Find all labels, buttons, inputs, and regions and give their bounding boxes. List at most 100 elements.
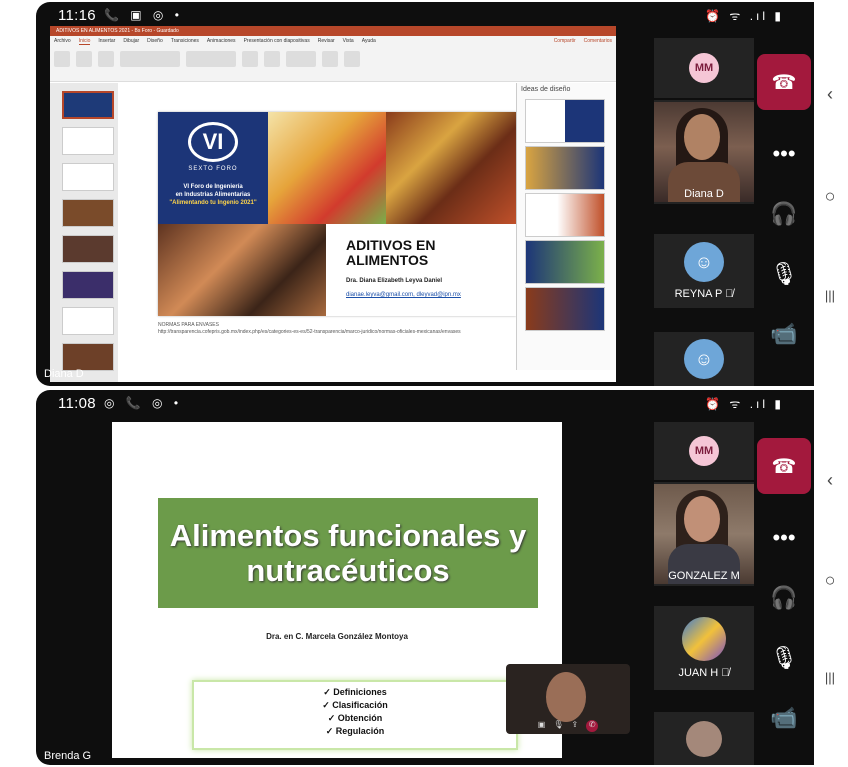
design-idea-4[interactable] [525, 240, 605, 284]
participant-tile-juan[interactable]: JUAN H 🎙̸ [654, 606, 754, 690]
tab-diseno[interactable]: Diseño [147, 38, 163, 45]
participant-video [654, 102, 754, 202]
design-idea-3[interactable] [525, 193, 605, 237]
back-nav-icon[interactable]: ‹ [812, 470, 848, 491]
participant-name: GONZALEZ M [668, 570, 740, 582]
slide-emails[interactable]: dianae.leyva@gmail.com, dleyvad@ipn.mx [346, 292, 461, 298]
tab-inicio[interactable]: Inicio [78, 38, 91, 45]
paragraph-group[interactable] [186, 51, 236, 67]
mic-icon[interactable]: 🎙 [553, 720, 563, 732]
slide-author: Dra. Diana Elizabeth Leyva Daniel [346, 278, 443, 284]
participant-name: Diana D [684, 188, 724, 200]
more-options-button[interactable]: ••• [772, 124, 795, 184]
tab-archivo[interactable]: Archivo [54, 38, 71, 45]
thumbnail-6[interactable] [62, 271, 114, 299]
speaker-notes[interactable]: NORMAS PARA ENVASES http://transparencia… [158, 322, 461, 336]
forum-line-1: VI Foro de Ingeniería [183, 184, 243, 190]
comments-button[interactable]: Comentarios [584, 38, 612, 45]
topic-item: ✓ Regulación [325, 726, 385, 736]
participant-name: REYNA P 🎙̸ [674, 288, 734, 300]
thumbnail-7[interactable] [62, 307, 114, 335]
avatar: MM [689, 53, 719, 83]
share-button[interactable]: Compartir [554, 38, 576, 45]
self-preview[interactable]: ▣ 🎙 ⇪ ✆ [506, 664, 630, 734]
more-options-button[interactable]: ••• [772, 508, 795, 568]
status-bar: 11:16 📞 ▣ ◎ • ⏰ ᯤ .ıl ▮ [36, 2, 814, 28]
layout-icon[interactable] [98, 51, 114, 67]
tab-dibujar[interactable]: Dibujar [123, 38, 139, 45]
participant-tile-unknown[interactable] [654, 712, 754, 765]
recents-nav-icon[interactable]: ||| [812, 288, 848, 303]
forum-line-3: "Alimentando tu Ingenio 2021" [169, 200, 257, 206]
font-group[interactable] [120, 51, 180, 67]
status-bar: 11:08 ◎ 📞 ◎ • ⏰ ᯤ .ıl ▮ [36, 390, 814, 416]
presenter-name: Brenda G [44, 750, 92, 762]
forum-logo: VI [188, 122, 238, 162]
ppt-title-bar: ADITIVOS EN ALIMENTOS 2021 - Bs Foro - G… [50, 26, 616, 36]
design-ideas-pane: Ideas de diseño [516, 83, 616, 370]
tab-vista[interactable]: Vista [343, 38, 354, 45]
topic-item: ✓ Clasificación [322, 700, 388, 710]
participant-tile-mm[interactable]: MM [654, 422, 754, 480]
mic-button[interactable]: 🎙 [770, 628, 798, 688]
topic-item: ✓ Definiciones [323, 687, 387, 697]
top-call-screen: 11:16 📞 ▣ ◎ • ⏰ ᯤ .ıl ▮ ADITIVOS EN ALIM… [36, 2, 814, 386]
status-icons: ◎ 📞 ◎ • [103, 396, 183, 410]
camera-icon[interactable]: ▣ [538, 720, 546, 732]
slide-author: Dra. en C. Marcela González Montoya [266, 632, 408, 641]
arrange-icon[interactable] [264, 51, 280, 67]
paste-icon[interactable] [54, 51, 70, 67]
status-right-icons: ⏰ ᯤ .ıl ▮ [705, 9, 784, 23]
tab-ayuda[interactable]: Ayuda [362, 38, 376, 45]
thumbnail-1[interactable] [62, 91, 114, 119]
hangup-button[interactable]: ☎ [757, 54, 811, 110]
camera-button[interactable]: 📹 [770, 304, 797, 364]
design-idea-2[interactable] [525, 146, 605, 190]
design-idea-5[interactable] [525, 287, 605, 331]
participant-tile-reyna[interactable]: ☺ REYNA P 🎙̸ [654, 234, 754, 308]
dictate-icon[interactable] [322, 51, 338, 67]
hangup-button[interactable]: ☎ [757, 438, 811, 494]
back-nav-icon[interactable]: ‹ [812, 84, 848, 105]
notes-line-2: http://transparencia.cofepris.gob.mx/ind… [158, 329, 461, 335]
forum-logo-sub: SEXTO FORO [188, 166, 238, 172]
design-ideas-icon[interactable] [344, 51, 360, 67]
thumbnail-3[interactable] [62, 163, 114, 191]
call-controls: ☎ ••• 🎧 🎙 📹 [757, 54, 811, 374]
current-slide: VI SEXTO FORO VI Foro de Ingeniería en I… [158, 112, 516, 316]
status-icons: 📞 ▣ ◎ • [103, 8, 183, 22]
topics-box: ✓ Definiciones ✓ Clasificación ✓ Obtenci… [192, 680, 518, 750]
participant-tile-unknown[interactable]: ☺ [654, 332, 754, 386]
editing-group[interactable] [286, 51, 316, 67]
tab-animaciones[interactable]: Animaciones [207, 38, 236, 45]
recents-nav-icon[interactable]: ||| [812, 670, 848, 685]
avatar: MM [689, 436, 719, 466]
participant-tile-mm[interactable]: MM [654, 38, 754, 98]
thumbnail-5[interactable] [62, 235, 114, 263]
camera-button[interactable]: 📹 [770, 688, 797, 748]
home-nav-icon[interactable]: ○ [812, 570, 848, 591]
participant-tile-diana[interactable]: Diana D [654, 100, 754, 204]
thumbnail-2[interactable] [62, 127, 114, 155]
audio-button[interactable]: 🎧 [770, 568, 797, 628]
tab-revisar[interactable]: Revisar [318, 38, 335, 45]
avatar [686, 720, 722, 757]
thumbnail-4[interactable] [62, 199, 114, 227]
mic-button[interactable]: 🎙 [770, 244, 798, 304]
audio-button[interactable]: 🎧 [770, 184, 797, 244]
home-nav-icon[interactable]: ○ [812, 186, 848, 207]
new-slide-icon[interactable] [76, 51, 92, 67]
hangup-icon[interactable]: ✆ [586, 720, 599, 732]
status-time: 11:16 [58, 6, 96, 24]
design-idea-1[interactable] [525, 99, 605, 143]
share-icon[interactable]: ⇪ [572, 720, 579, 732]
thumbnail-8[interactable] [62, 343, 114, 371]
status-right-icons: ⏰ ᯤ .ıl ▮ [705, 397, 784, 411]
shapes-icon[interactable] [242, 51, 258, 67]
tab-insertar[interactable]: Insertar [98, 38, 115, 45]
tab-transiciones[interactable]: Transiciones [171, 38, 199, 45]
call-controls: ☎ ••• 🎧 🎙 📹 [757, 438, 811, 748]
participant-tile-gonzalez[interactable]: GONZALEZ M [654, 482, 754, 586]
user-icon: ☺ [684, 339, 724, 379]
tab-presentacion[interactable]: Presentación con diapositivas [244, 38, 310, 45]
